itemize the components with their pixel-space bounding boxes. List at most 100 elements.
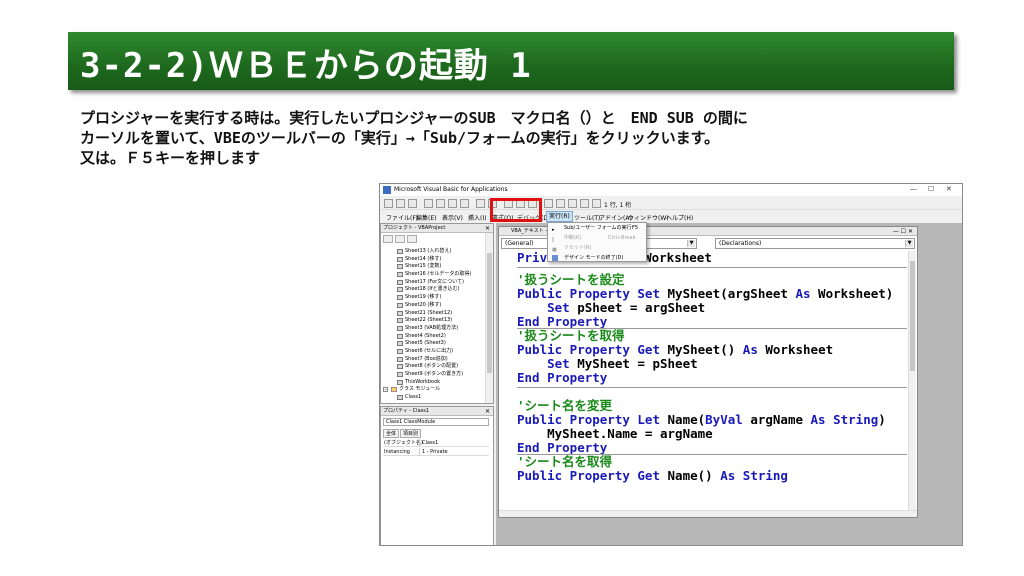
- tree-item[interactable]: Sheet13 (入れ替え): [395, 248, 471, 256]
- run-sub-userform-item[interactable]: ▸ Sub/ユーザー フォームの実行 F5: [548, 223, 646, 233]
- tree-item[interactable]: Sheet21 (Sheet12): [395, 310, 471, 318]
- vba-app-icon: [383, 186, 391, 194]
- tree-folder-class-modules[interactable]: − クラス モジュール: [383, 386, 471, 394]
- description-line-2: カーソルを置いて、VBEのツールバーの「実行」→「Sub/フォームの実行」をクリ…: [80, 129, 720, 147]
- code-line: '扱うシートを設定: [517, 272, 625, 287]
- code-editor[interactable]: Priv Worksheet '扱うシートを設定 Public Property …: [501, 251, 907, 515]
- view-object-icon[interactable]: [395, 235, 405, 243]
- collapse-icon[interactable]: −: [383, 387, 388, 393]
- code-line: 'シート名を取得: [517, 454, 613, 469]
- design-mode-icon[interactable]: [544, 199, 553, 208]
- tree-item[interactable]: Sheet8 (ボタンの配置): [395, 363, 471, 371]
- tree-item[interactable]: Sheet16 (セルデータの取得): [395, 271, 471, 279]
- code-horizontal-scrollbar[interactable]: [499, 510, 917, 517]
- project-pane-toolbar: [383, 235, 419, 245]
- design-mode-icon: [552, 255, 558, 261]
- code-line: Public Property Get MySheet() As Workshe…: [517, 342, 834, 357]
- object-browser-icon[interactable]: [580, 199, 589, 208]
- tree-item[interactable]: Sheet22 (Sheet13): [395, 317, 471, 325]
- code-line: Set pSheet = argSheet: [547, 300, 706, 315]
- cut-icon[interactable]: [424, 199, 433, 208]
- menu-tools[interactable]: ツール(T): [574, 213, 600, 222]
- code-window: VBA_テキスト - Class1 (コード) — ☐ ✕ (General) …: [498, 226, 918, 518]
- tree-item[interactable]: Sheet9 (ボタンの置き方): [395, 371, 471, 379]
- paste-icon[interactable]: [448, 199, 457, 208]
- sheet-icon: [397, 348, 403, 354]
- description-line-1: プロシジャーを実行する時は。実行したいプロシジャーのSUB マクロ名（）と EN…: [80, 109, 748, 127]
- play-icon: ▸: [552, 227, 555, 233]
- exit-design-mode-item[interactable]: デザイン モードの終了(D): [548, 253, 646, 263]
- toggle-folders-icon[interactable]: [407, 235, 417, 243]
- run-menu-dropdown: ▸ Sub/ユーザー フォームの実行 F5 ‖ 中断(K) Ctrl+Break…: [547, 222, 647, 262]
- menu-insert[interactable]: 挿入(I): [468, 213, 486, 222]
- insert-module-icon[interactable]: [396, 199, 405, 208]
- minimize-icon[interactable]: —: [910, 185, 917, 193]
- chevron-down-icon[interactable]: ▼: [687, 240, 695, 247]
- highlight-run-menu-box: [490, 198, 542, 222]
- tree-item-class1[interactable]: Class1: [395, 394, 471, 402]
- scrollbar-thumb[interactable]: [487, 253, 492, 373]
- tree-item[interactable]: Sheet20 (移す): [395, 302, 471, 310]
- break-item[interactable]: ‖ 中断(K) Ctrl+Break: [548, 233, 646, 243]
- menu-window[interactable]: ウィンドウ(W): [628, 213, 669, 222]
- save-icon[interactable]: [408, 199, 417, 208]
- property-row[interactable]: Instancing 1 - Private: [383, 448, 489, 456]
- view-code-icon[interactable]: [383, 235, 393, 243]
- sheet-icon: [397, 287, 403, 293]
- scrollbar-thumb[interactable]: [910, 261, 915, 371]
- tab-alphabetic[interactable]: 全体: [383, 429, 400, 438]
- maximize-icon[interactable]: ☐: [928, 185, 934, 193]
- tree-item[interactable]: Sheet18 (Ifと書き込む): [395, 286, 471, 294]
- menu-addins[interactable]: アドイン(A): [599, 213, 632, 222]
- properties-icon[interactable]: [568, 199, 577, 208]
- tab-categorized[interactable]: 項目別: [400, 429, 422, 438]
- reset-item[interactable]: ■ リセット(R): [548, 243, 646, 253]
- code-line: '扱うシートを取得: [517, 328, 625, 343]
- code-window-controls-icon[interactable]: — ☐ ✕: [893, 227, 913, 236]
- project-pane-title: プロジェクト - VBAProject ✕: [381, 224, 493, 233]
- undo-icon[interactable]: [476, 199, 485, 208]
- menu-view[interactable]: 表示(V): [442, 213, 463, 222]
- project-explorer-icon[interactable]: [556, 199, 565, 208]
- code-line: Public Property Get Name() As String: [517, 468, 788, 483]
- tree-item[interactable]: ThisWorkbook: [395, 379, 471, 387]
- tree-item[interactable]: Sheet19 (移す): [395, 294, 471, 302]
- tree-item[interactable]: Sheet15 (変数): [395, 263, 471, 271]
- procedure-separator: [517, 387, 907, 388]
- code-line: Set MySheet = pSheet: [547, 356, 698, 371]
- project-scrollbar[interactable]: [485, 233, 493, 403]
- procedure-combo[interactable]: (Declarations) ▼: [715, 238, 915, 249]
- tree-item[interactable]: Sheet5 (Sheet3): [395, 340, 471, 348]
- property-row[interactable]: (オブジェクト名) Class1: [383, 439, 489, 447]
- menu-file[interactable]: ファイル(F): [386, 213, 418, 222]
- cursor-position: 1 行, 1 桁: [604, 202, 632, 209]
- code-area-background: VBA_テキスト - Class1 (コード) — ☐ ✕ (General) …: [496, 223, 962, 545]
- close-icon[interactable]: ✕: [485, 407, 490, 416]
- sheet-icon: [397, 264, 403, 270]
- project-explorer-pane: プロジェクト - VBAProject ✕ Sheet13 (入れ替え) She…: [380, 223, 494, 404]
- sheet-icon: [397, 249, 403, 254]
- excel-icon[interactable]: [384, 199, 393, 208]
- sheet-icon: [397, 256, 403, 262]
- close-icon[interactable]: ✕: [485, 224, 490, 233]
- find-icon[interactable]: [460, 199, 469, 208]
- properties-pane: プロパティ - Class1 ✕ Class1 ClassModule 全体 項目…: [380, 406, 494, 545]
- project-tree: Sheet13 (入れ替え) Sheet14 (移す) Sheet15 (変数)…: [383, 248, 471, 402]
- sheet-icon: [397, 318, 403, 324]
- sheet-icon: [397, 356, 403, 362]
- code-scrollbar[interactable]: [908, 251, 916, 515]
- copy-icon[interactable]: [436, 199, 445, 208]
- menu-edit[interactable]: 編集(E): [416, 213, 436, 222]
- close-icon[interactable]: ✕: [946, 185, 952, 193]
- sheet-icon: [397, 279, 403, 285]
- object-selector[interactable]: Class1 ClassModule: [383, 418, 489, 426]
- menu-run[interactable]: 実行(R): [546, 211, 573, 222]
- chevron-down-icon[interactable]: ▼: [905, 240, 913, 247]
- standard-toolbar: 1 行, 1 桁: [380, 197, 962, 210]
- tree-item[interactable]: Sheet3 (VAB処理方法): [395, 325, 471, 333]
- tree-item[interactable]: Sheet4 (Sheet2): [395, 333, 471, 341]
- properties-tabs: 全体 項目別: [383, 429, 422, 438]
- help-icon[interactable]: [592, 199, 601, 208]
- tree-item[interactable]: Sheet6 (セルに出力): [395, 348, 471, 356]
- menu-help[interactable]: ヘルプ(H): [666, 213, 693, 222]
